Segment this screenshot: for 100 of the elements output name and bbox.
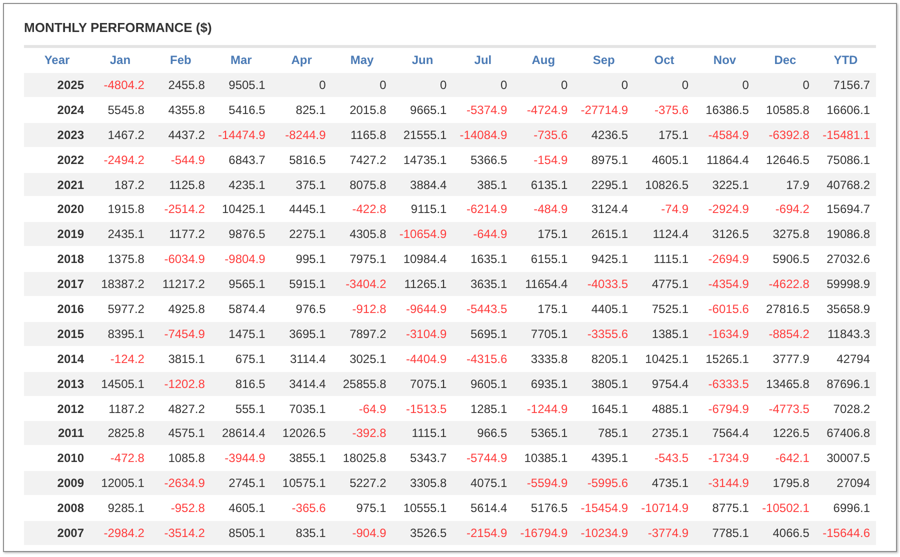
table-cell: 10826.5	[634, 172, 695, 197]
table-cell: -14084.9	[452, 122, 514, 148]
table-cell: 187.2	[90, 172, 150, 197]
table-cell: 9876.5	[210, 222, 272, 247]
column-header: Jul	[452, 46, 514, 72]
table-cell: 1795.8	[754, 470, 816, 496]
table-cell: 2015.8	[332, 97, 392, 122]
table-cell: 0	[332, 72, 392, 98]
table-cell: 9754.4	[634, 371, 695, 396]
table-cell: -1634.9	[694, 321, 755, 346]
table-cell: 3695.1	[271, 321, 332, 346]
table-cell: 375.1	[271, 172, 332, 197]
column-header: Dec	[754, 46, 816, 72]
table-cell: 1165.8	[332, 122, 392, 148]
table-cell: 18387.2	[90, 272, 150, 297]
table-cell: -15644.6	[815, 520, 876, 546]
table-cell: 10425.1	[634, 346, 695, 372]
table-cell: 25855.8	[332, 371, 392, 396]
column-header: Sep	[574, 46, 634, 72]
table-cell: 11843.3	[815, 321, 876, 346]
table-cell: 0	[513, 72, 574, 98]
table-cell: -3774.9	[634, 520, 695, 546]
column-header: Jun	[392, 46, 453, 72]
table-cell: -7454.9	[150, 321, 211, 346]
panel-title: MONTHLY PERFORMANCE ($)	[24, 20, 213, 36]
table-cell: 5977.2	[90, 296, 150, 322]
table-cell: 7427.2	[332, 147, 392, 172]
table-cell: 87696.1	[815, 371, 876, 396]
table-cell: 966.5	[452, 420, 514, 446]
table-cell: 5915.1	[271, 272, 332, 297]
table-cell: 40768.2	[815, 172, 876, 197]
table-cell: -124.2	[90, 346, 150, 372]
table-cell: 835.1	[271, 520, 332, 546]
table-cell: 3526.5	[392, 520, 453, 546]
table-cell: 385.1	[452, 172, 514, 197]
table-cell: 5366.5	[452, 147, 514, 172]
table-cell: 8205.1	[574, 346, 634, 372]
table-cell: 0	[271, 72, 332, 98]
year-cell: 2021	[24, 172, 90, 197]
table-cell: 9505.1	[210, 72, 272, 98]
table-cell: 6135.1	[513, 172, 574, 197]
year-cell: 2011	[24, 420, 90, 446]
table-cell: 4236.5	[574, 122, 634, 148]
table-cell: 3335.8	[513, 346, 574, 372]
table-cell: 3414.4	[271, 371, 332, 396]
table-cell: -6015.6	[694, 296, 755, 322]
table-cell: 35658.9	[815, 296, 876, 322]
table-cell: 19086.8	[815, 222, 876, 247]
table-cell: -1202.8	[150, 371, 211, 396]
table-cell: -375.6	[634, 97, 695, 122]
table-cell: 27094	[815, 470, 876, 496]
table-cell: 4405.1	[574, 296, 634, 322]
year-cell: 2014	[24, 346, 90, 372]
year-cell: 2015	[24, 321, 90, 346]
table-cell: 2435.1	[90, 222, 150, 247]
table-cell: 175.1	[513, 296, 574, 322]
column-header: Aug	[513, 46, 574, 72]
table-cell: 4355.8	[150, 97, 211, 122]
table-cell: 1385.1	[634, 321, 695, 346]
column-header: Mar	[210, 46, 272, 72]
table-cell: 8505.1	[210, 520, 272, 546]
table-cell: 4437.2	[150, 122, 211, 148]
table-cell: 3777.9	[754, 346, 816, 372]
table-cell: -4584.9	[694, 122, 755, 148]
table-cell: -735.6	[513, 122, 574, 148]
table-cell: 59998.9	[815, 272, 876, 297]
column-header: Jan	[90, 46, 150, 72]
table-cell: -5443.5	[452, 296, 514, 322]
table-cell: 7897.2	[332, 321, 392, 346]
table-cell: 9605.1	[452, 371, 514, 396]
table-cell: 2275.1	[271, 222, 332, 247]
table-cell: 7705.1	[513, 321, 574, 346]
table-cell: 0	[634, 72, 695, 98]
table-cell: 27816.5	[754, 296, 816, 322]
table-cell: 825.1	[271, 97, 332, 122]
table-cell: 14505.1	[90, 371, 150, 396]
year-cell: 2023	[24, 122, 90, 148]
table-cell: 1177.2	[150, 222, 211, 247]
table-cell: 8075.8	[332, 172, 392, 197]
table-cell: -5995.6	[574, 470, 634, 496]
table-cell: -3104.9	[392, 321, 453, 346]
table-cell: -16794.9	[513, 520, 574, 546]
table-cell: 0	[694, 72, 755, 98]
year-cell: 2007	[24, 520, 90, 546]
table-cell: -4804.2	[90, 72, 150, 98]
table-cell: 4075.1	[452, 470, 514, 496]
table-cell: -544.9	[150, 147, 211, 172]
table-cell: 2735.1	[634, 420, 695, 446]
table-cell: -2634.9	[150, 470, 211, 496]
table-cell: -6392.8	[754, 122, 816, 148]
table-cell: 2455.8	[150, 72, 211, 98]
table-cell: 4066.5	[754, 520, 816, 546]
table-cell: -392.8	[332, 420, 392, 446]
table-cell: -2154.9	[452, 520, 514, 546]
table-cell: 11654.4	[513, 272, 574, 297]
table-cell: 4775.1	[634, 272, 695, 297]
table-cell: 2745.1	[210, 470, 272, 496]
table-cell: 1467.2	[90, 122, 150, 148]
table-cell: 3815.1	[150, 346, 211, 372]
table-cell: 11217.2	[150, 272, 211, 297]
